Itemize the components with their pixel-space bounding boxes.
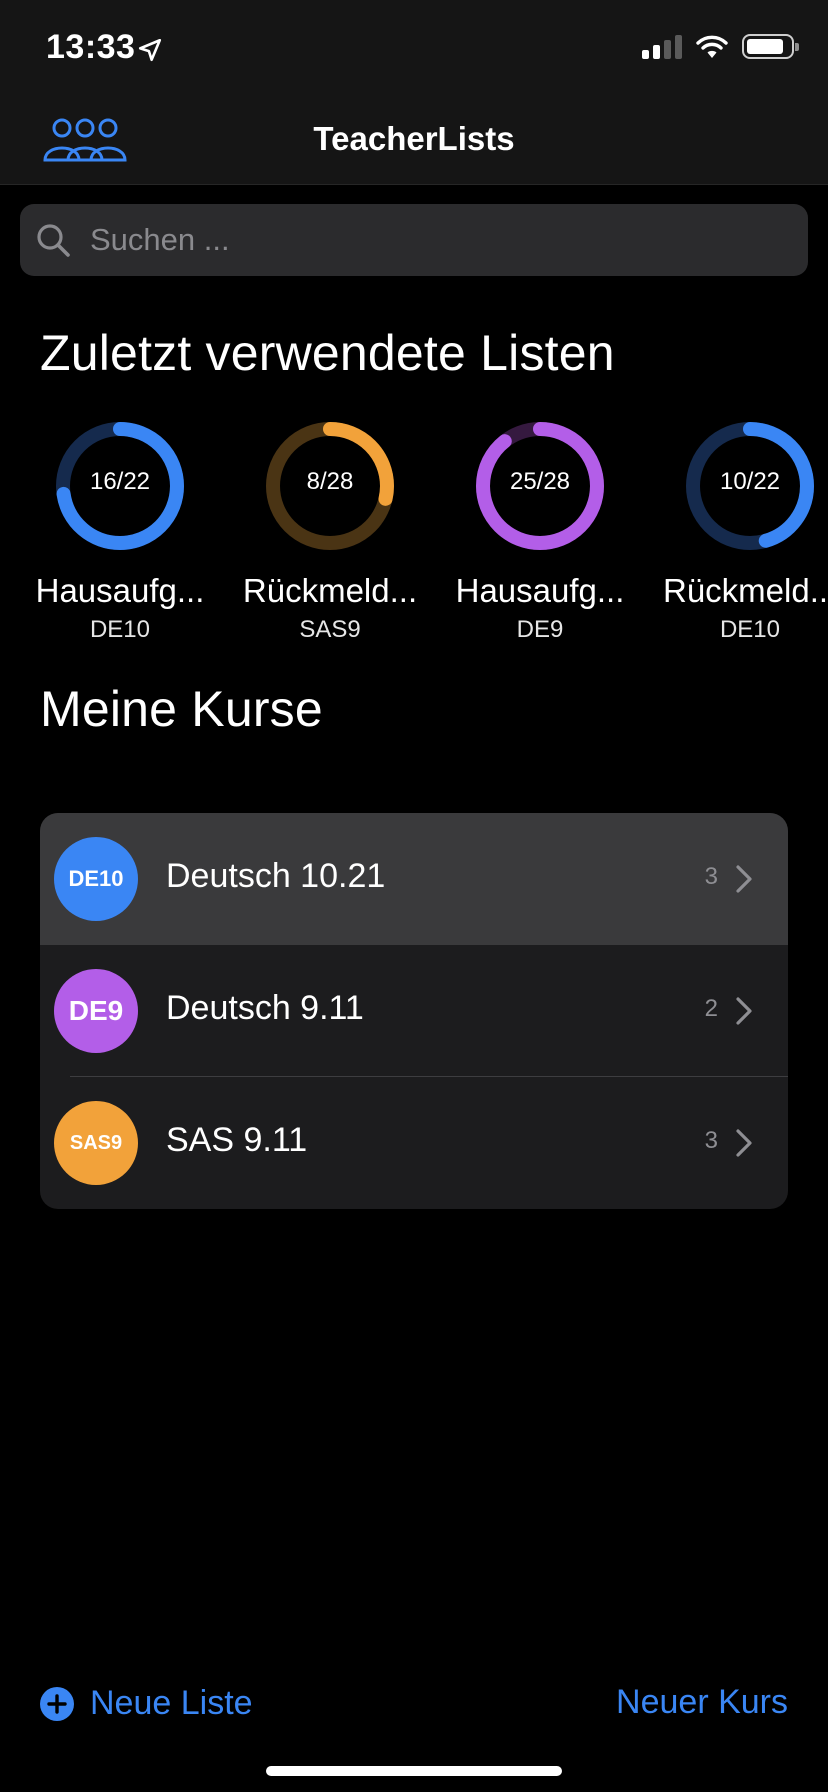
course-badge: SAS9 bbox=[54, 1101, 138, 1185]
course-row-de9[interactable]: DE9 Deutsch 9.11 2 bbox=[40, 945, 788, 1077]
course-list-count: 2 bbox=[704, 995, 718, 1022]
course-list: DE10 Deutsch 10.21 3 DE9 Deutsch 9.11 2 … bbox=[40, 813, 788, 1209]
course-name: SAS 9.11 bbox=[166, 1121, 308, 1159]
recent-list-item[interactable]: 8/28 Rückmeld... SAS9 bbox=[225, 420, 435, 644]
navigation-header: 13:33 TeacherLists bbox=[0, 0, 828, 185]
cellular-signal-icon bbox=[642, 34, 682, 59]
course-name: Deutsch 9.11 bbox=[166, 989, 364, 1027]
page-title: TeacherLists bbox=[313, 120, 515, 157]
search-input[interactable] bbox=[84, 204, 784, 276]
my-courses-heading: Meine Kurse bbox=[40, 681, 323, 737]
course-list-count: 3 bbox=[704, 863, 718, 890]
course-badge: DE9 bbox=[54, 969, 138, 1053]
recent-list-name: Rückmeld... bbox=[242, 572, 418, 609]
recent-list-course: DE10 bbox=[719, 616, 781, 643]
app-screen: 13:33 TeacherLists Suchen ... Zuletzt ve… bbox=[0, 0, 828, 1792]
progress-label: 8/28 bbox=[306, 468, 354, 495]
course-row-de10[interactable]: DE10 Deutsch 10.21 3 bbox=[40, 813, 788, 945]
course-list-count: 3 bbox=[704, 1127, 718, 1154]
chevron-right-icon bbox=[736, 997, 752, 1025]
status-time: 13:33 bbox=[46, 28, 136, 66]
chevron-right-icon bbox=[736, 1129, 752, 1157]
chevron-right-icon bbox=[736, 865, 752, 893]
progress-label: 25/28 bbox=[509, 468, 571, 495]
search-bar[interactable] bbox=[20, 204, 808, 276]
search-icon bbox=[37, 224, 70, 257]
home-indicator[interactable] bbox=[266, 1766, 562, 1776]
recent-list-course: SAS9 bbox=[299, 616, 361, 643]
new-list-label: Neue Liste bbox=[90, 1684, 253, 1722]
plus-circle-icon bbox=[40, 1686, 74, 1721]
recent-list-course: DE10 bbox=[89, 616, 151, 643]
recent-list-course: DE9 bbox=[516, 616, 564, 643]
recent-list-item[interactable]: 16/22 Hausaufg... DE10 bbox=[15, 420, 225, 644]
new-course-button[interactable]: Neuer Kurs bbox=[616, 1683, 788, 1722]
recent-list-name: Rückmeld... bbox=[663, 572, 828, 609]
battery-icon bbox=[742, 34, 799, 59]
wifi-icon bbox=[696, 35, 728, 58]
course-row-sas9[interactable]: SAS9 SAS 9.11 3 bbox=[40, 1077, 788, 1209]
status-indicators bbox=[642, 34, 799, 59]
course-badge: DE10 bbox=[54, 837, 138, 921]
recent-lists-heading: Zuletzt verwendete Listen bbox=[40, 325, 615, 381]
progress-label: 16/22 bbox=[89, 468, 151, 495]
location-arrow-icon bbox=[138, 38, 162, 62]
progress-label: 10/22 bbox=[719, 468, 781, 495]
recent-list-item[interactable]: 25/28 Hausaufg... DE9 bbox=[435, 420, 645, 644]
new-list-button[interactable]: Neue Liste bbox=[40, 1684, 253, 1723]
recent-list-name: Hausaufg... bbox=[35, 572, 205, 609]
recent-list-item[interactable]: 10/22 Rückmeld... DE10 bbox=[645, 420, 828, 644]
recent-list-name: Hausaufg... bbox=[455, 572, 625, 609]
course-name: Deutsch 10.21 bbox=[166, 857, 386, 895]
